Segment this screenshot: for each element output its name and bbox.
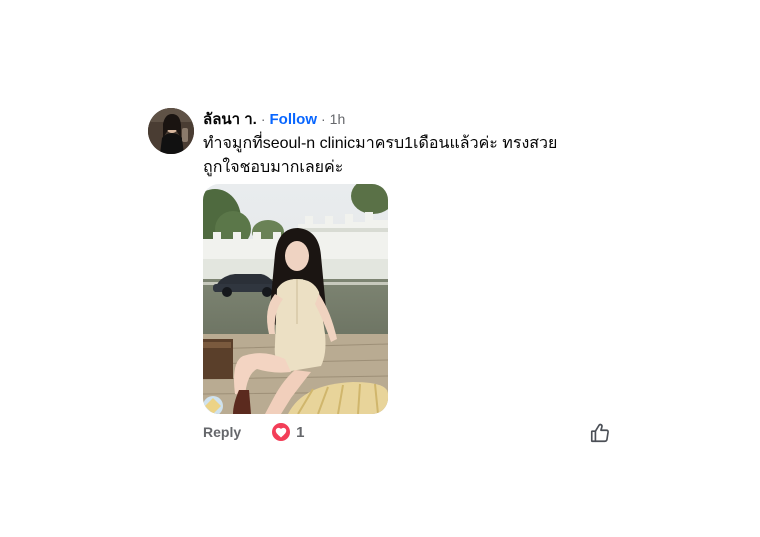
author-name[interactable]: ลัลนา า.	[203, 107, 257, 131]
reaction-count: 1	[296, 423, 305, 441]
reply-button[interactable]: Reply	[203, 424, 241, 440]
comment-actions: Reply 1	[203, 418, 623, 446]
separator-dot: ·	[321, 111, 326, 127]
separator-dot: ·	[260, 111, 266, 127]
follow-button[interactable]: Follow	[270, 111, 318, 128]
thumbs-up-icon[interactable]	[589, 422, 611, 444]
comment-text: ทำจมูกที่seoul-n clinicมาครบ1เดือนแล้วค่…	[203, 132, 603, 180]
comment-text-line: ทำจมูกที่seoul-n clinicมาครบ1เดือนแล้วค่…	[203, 135, 558, 152]
reaction-summary[interactable]: 1	[271, 422, 304, 442]
comment-header: ลัลนา า. · Follow · 1h	[203, 108, 623, 130]
timestamp[interactable]: 1h	[330, 111, 346, 127]
heart-icon	[271, 422, 292, 442]
comment-body: ลัลนา า. · Follow · 1h ทำจมูกที่seoul-n …	[203, 108, 623, 446]
avatar[interactable]	[148, 108, 194, 154]
comment-photo[interactable]	[203, 184, 388, 414]
comment-text-line: ถูกใจชอบมากเลยค่ะ	[203, 159, 344, 176]
